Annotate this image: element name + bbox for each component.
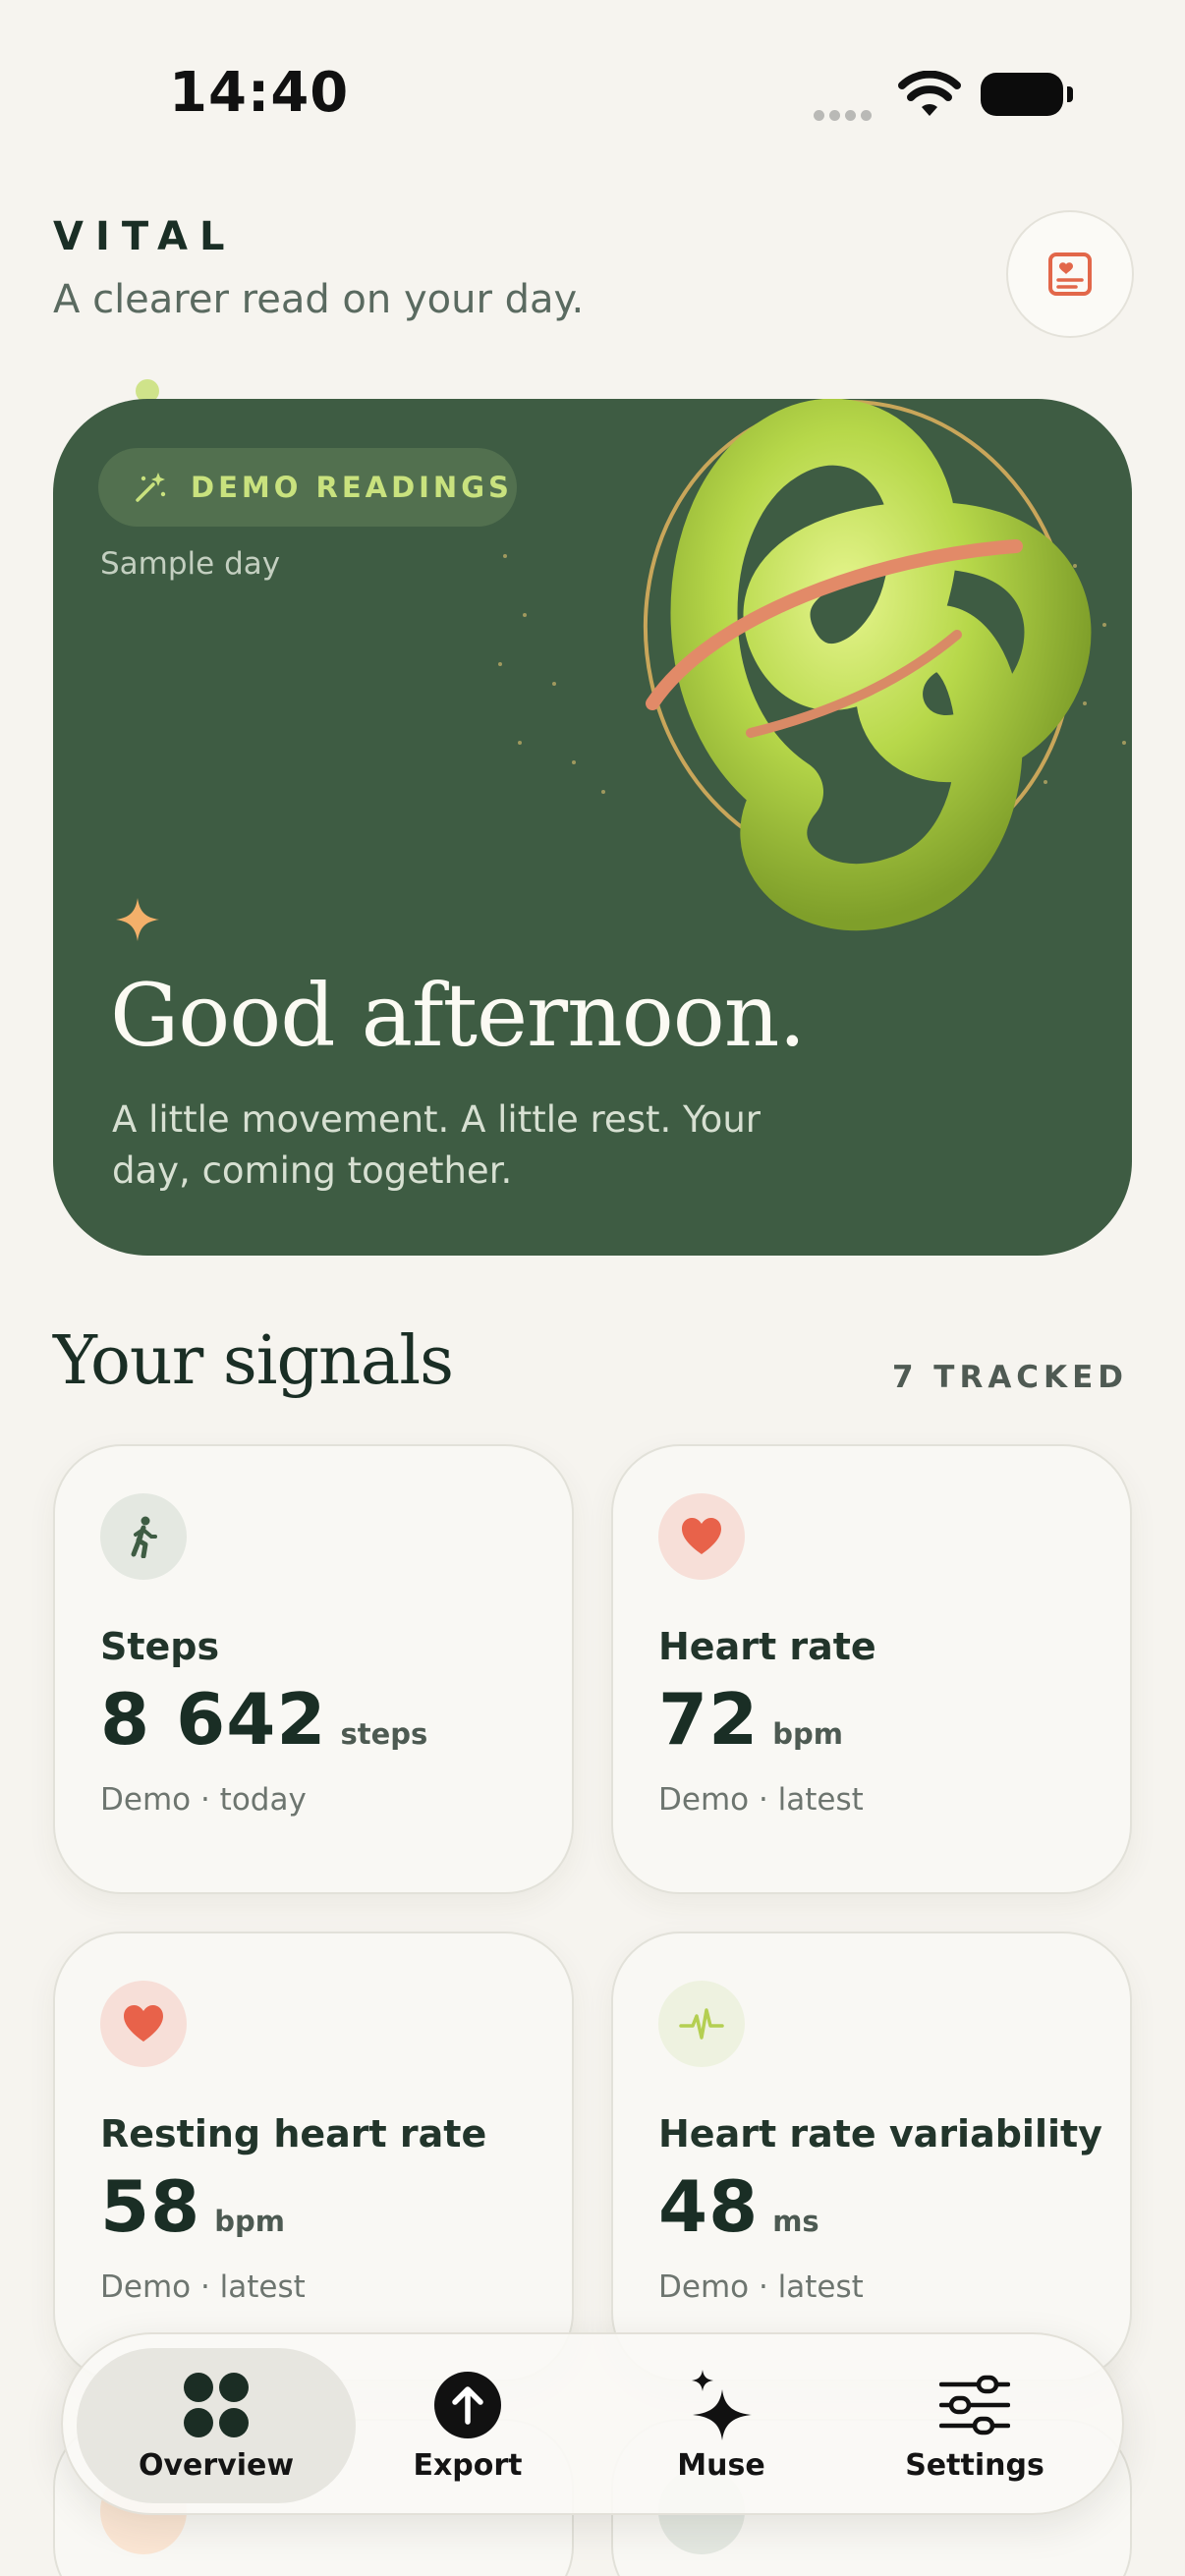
card-meta: Demo · latest — [100, 2269, 306, 2305]
journal-button[interactable] — [1006, 210, 1134, 338]
badge-label: DEMO READINGS — [191, 471, 513, 504]
value-number: 48 — [658, 2165, 760, 2248]
value-number: 8 642 — [100, 1678, 327, 1761]
tab-overview[interactable]: Overview — [77, 2348, 356, 2503]
value-number: 72 — [658, 1678, 760, 1761]
sliders-icon — [939, 2370, 1010, 2440]
status-time: 14:40 — [169, 61, 350, 125]
card-label: Heart rate variability — [658, 2112, 1102, 2156]
hero-card: DEMO READINGS Sample day Good afternoon.… — [53, 399, 1132, 1256]
tab-export[interactable]: Export — [328, 2348, 607, 2503]
tab-label: Muse — [677, 2447, 765, 2483]
signal-card-steps[interactable]: Steps 8 642 steps Demo · today — [53, 1444, 574, 1894]
card-value: 72 bpm — [658, 1678, 843, 1761]
grid-icon — [181, 2370, 252, 2440]
knot-illustration — [498, 399, 1126, 931]
walking-icon — [100, 1493, 187, 1580]
app-tagline: A clearer read on your day. — [53, 277, 585, 322]
value-unit: bpm — [772, 1717, 843, 1751]
card-value: 48 ms — [658, 2165, 819, 2248]
heart-icon — [658, 1493, 745, 1580]
tab-bar: Overview Export Muse Settings — [61, 2332, 1124, 2515]
value-number: 58 — [100, 2165, 201, 2248]
demo-readings-badge: DEMO READINGS — [98, 448, 517, 527]
card-value: 58 bpm — [100, 2165, 285, 2248]
card-label: Heart rate — [658, 1625, 876, 1668]
value-unit: bpm — [214, 2205, 285, 2238]
tracked-count: 7 TRACKED — [891, 1360, 1128, 1395]
heart-icon — [100, 1981, 187, 2067]
app-brand: VITAL — [53, 214, 237, 259]
hero-subtitle: Sample day — [100, 546, 281, 582]
signal-card-resting-heart-rate[interactable]: Resting heart rate 58 bpm Demo · latest — [53, 1932, 574, 2381]
sparkles-icon — [686, 2369, 757, 2440]
magic-wand-icon — [136, 473, 166, 502]
card-label: Resting heart rate — [100, 2112, 487, 2156]
card-meta: Demo · today — [100, 1782, 307, 1818]
tab-muse[interactable]: Muse — [582, 2348, 861, 2503]
card-meta: Demo · latest — [658, 2269, 864, 2305]
card-value: 8 642 steps — [100, 1678, 427, 1761]
battery-icon — [981, 73, 1073, 116]
pulse-icon — [658, 1981, 745, 2067]
tab-label: Overview — [138, 2447, 295, 2483]
wifi-icon — [898, 71, 961, 116]
card-meta: Demo · latest — [658, 1782, 864, 1818]
tab-settings[interactable]: Settings — [835, 2348, 1114, 2503]
signal-dots-icon — [814, 106, 876, 121]
card-label: Steps — [100, 1625, 220, 1668]
signal-card-hrv[interactable]: Heart rate variability 48 ms Demo · late… — [611, 1932, 1132, 2381]
greeting-title: Good afternoon. — [110, 965, 806, 1066]
sparkle-icon — [116, 898, 159, 941]
value-unit: ms — [772, 2205, 819, 2238]
upload-icon — [432, 2370, 503, 2440]
section-title: Your signals — [53, 1322, 454, 1400]
journal-icon — [1048, 252, 1092, 296]
tab-label: Export — [413, 2447, 523, 2483]
greeting-body: A little movement. A little rest. Your d… — [112, 1098, 761, 1192]
signal-card-heart-rate[interactable]: Heart rate 72 bpm Demo · latest — [611, 1444, 1132, 1894]
tab-label: Settings — [905, 2447, 1044, 2483]
status-bar: 14:40 — [0, 0, 1185, 187]
value-unit: steps — [340, 1717, 428, 1751]
